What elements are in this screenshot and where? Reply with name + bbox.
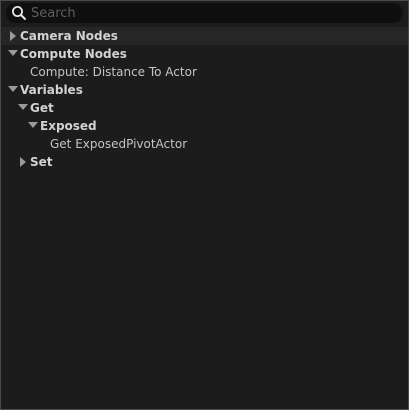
triangle-right-icon[interactable]: [18, 153, 30, 171]
triangle-right-icon[interactable]: [8, 27, 20, 45]
triangle-down-icon[interactable]: [27, 117, 39, 135]
search-icon: [11, 5, 27, 21]
search-input[interactable]: [31, 4, 391, 22]
tree-label: Set: [30, 155, 53, 169]
tree-category-camera-nodes[interactable]: Camera Nodes: [1, 27, 408, 45]
tree-category-get[interactable]: Get: [1, 99, 408, 117]
triangle-down-icon[interactable]: [7, 45, 19, 63]
tree-item-get-exposed-pivot-actor[interactable]: Get ExposedPivotActor: [1, 135, 408, 153]
node-tree: Camera Nodes Compute Nodes Compute: Dist…: [1, 27, 408, 171]
tree-label: Compute Nodes: [20, 47, 127, 61]
tree-category-set[interactable]: Set: [1, 153, 408, 171]
tree-item-compute-distance-to-actor[interactable]: Compute: Distance To Actor: [1, 63, 408, 81]
node-palette-panel: Camera Nodes Compute Nodes Compute: Dist…: [0, 0, 409, 410]
triangle-down-icon[interactable]: [17, 99, 29, 117]
tree-category-exposed[interactable]: Exposed: [1, 117, 408, 135]
tree-item-label: Compute: Distance To Actor: [30, 65, 197, 79]
tree-label: Exposed: [40, 119, 97, 133]
tree-label: Camera Nodes: [20, 29, 118, 43]
tree-category-variables[interactable]: Variables: [1, 81, 408, 99]
search-bar[interactable]: [6, 3, 403, 23]
tree-label: Variables: [20, 83, 83, 97]
tree-item-label: Get ExposedPivotActor: [50, 137, 188, 151]
tree-category-compute-nodes[interactable]: Compute Nodes: [1, 45, 408, 63]
triangle-down-icon[interactable]: [7, 81, 19, 99]
tree-label: Get: [30, 101, 54, 115]
